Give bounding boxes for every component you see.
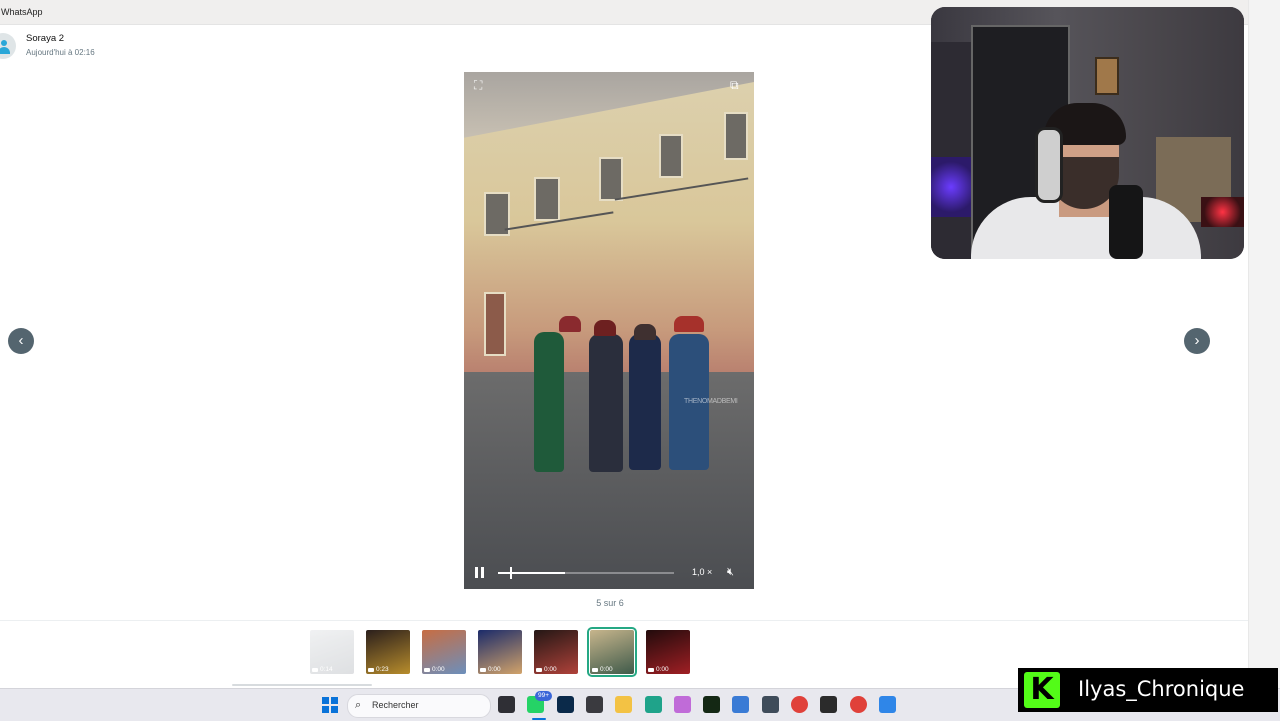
photos-icon[interactable] [878, 696, 896, 713]
playback-controls: 1,0 × 🔇︎ [464, 560, 754, 588]
progress-fill [498, 572, 565, 574]
user-icon [1, 40, 7, 46]
video-camera-icon [592, 668, 598, 672]
media-thumbnail[interactable]: 0:00 [534, 630, 578, 674]
chevron-left-icon: ‹ [18, 332, 24, 349]
video-frame-person [534, 332, 564, 472]
video-camera-icon [480, 668, 486, 672]
playback-progress-bar[interactable] [498, 567, 674, 579]
video-frame-person [629, 334, 661, 470]
photoshop-icon[interactable] [556, 696, 574, 713]
media-thumbnail[interactable]: 0:00 [587, 627, 637, 677]
app-icon[interactable] [761, 696, 779, 713]
video-camera-icon [312, 668, 318, 672]
playback-speed-button[interactable]: 1,0 × [692, 567, 712, 577]
folder-icon[interactable] [615, 696, 633, 713]
thumbnail-duration: 0:00 [432, 666, 445, 673]
previous-media-button[interactable]: ‹ [8, 328, 34, 354]
thumbnail-duration: 0:00 [488, 666, 501, 673]
expand-icon[interactable]: ⛶ [474, 78, 482, 93]
media-thumbnail[interactable]: 0:00 [478, 630, 522, 674]
media-position-counter: 5 sur 6 [596, 598, 624, 608]
search-icon: ⌕ [355, 698, 362, 711]
progress-handle[interactable] [510, 567, 513, 579]
contact-avatar[interactable] [0, 33, 16, 59]
notification-badge: 99+ [535, 691, 553, 701]
streamer-name: Ilyas_Chronique [1078, 677, 1245, 701]
thumbnail-duration: 0:14 [320, 666, 333, 673]
webcam-overlay [931, 7, 1244, 259]
media-thumbnail[interactable]: 0:00 [646, 630, 690, 674]
sender-name: Soraya 2 [26, 33, 65, 44]
video-camera-icon [648, 668, 654, 672]
next-media-button[interactable]: › [1184, 328, 1210, 354]
capcut-icon[interactable] [703, 696, 721, 713]
file-explorer-icon[interactable] [498, 696, 515, 713]
video-watermark: THENOMADBEMI [684, 398, 738, 405]
chrome-alt-icon[interactable] [849, 696, 867, 713]
headphones-icon [1035, 127, 1063, 203]
app-title: WhatsApp [1, 7, 43, 17]
video-camera-icon [424, 668, 430, 672]
search-placeholder: Rechercher [372, 700, 419, 710]
chrome-icon[interactable] [791, 696, 808, 713]
window-edge [1248, 0, 1280, 690]
snipping-tool-icon[interactable] [732, 696, 750, 713]
copilot-icon[interactable] [673, 696, 691, 713]
creative-cloud-icon[interactable] [820, 696, 838, 713]
taskbar-search[interactable]: ⌕ Rechercher [347, 694, 491, 718]
video-frame-person [589, 334, 623, 472]
streamer-name-banner: K Ilyas_Chronique [1018, 668, 1278, 712]
media-thumbnail[interactable]: 0:00 [422, 630, 466, 674]
video-camera-icon [536, 668, 542, 672]
thumbnail-duration: 0:23 [376, 666, 389, 673]
video-camera-icon [368, 668, 374, 672]
video-player[interactable]: THENOMADBEMI ⛶ ⧉ 1,0 × 🔇︎ [464, 72, 754, 589]
thumbnail-scrollbar[interactable] [232, 684, 372, 686]
message-timestamp: Aujourd'hui à 02:16 [26, 48, 95, 57]
mute-icon[interactable]: 🔇︎ [727, 565, 734, 579]
chevron-right-icon: › [1194, 332, 1200, 349]
microphone-icon [1109, 185, 1143, 259]
pause-icon[interactable] [475, 567, 485, 578]
thumbnail-duration: 0:00 [544, 666, 557, 673]
popout-icon[interactable]: ⧉ [730, 78, 739, 93]
kick-logo-icon: K [1024, 672, 1060, 708]
media-thumbnail[interactable]: 0:14 [310, 630, 354, 674]
thumbnail-duration: 0:00 [600, 666, 613, 673]
obs-icon[interactable] [585, 696, 603, 713]
windows-start-icon[interactable] [322, 697, 338, 713]
edge-icon[interactable] [644, 696, 662, 713]
divider [0, 620, 1248, 621]
media-thumbnail[interactable]: 0:23 [366, 630, 410, 674]
thumbnail-duration: 0:00 [656, 666, 669, 673]
